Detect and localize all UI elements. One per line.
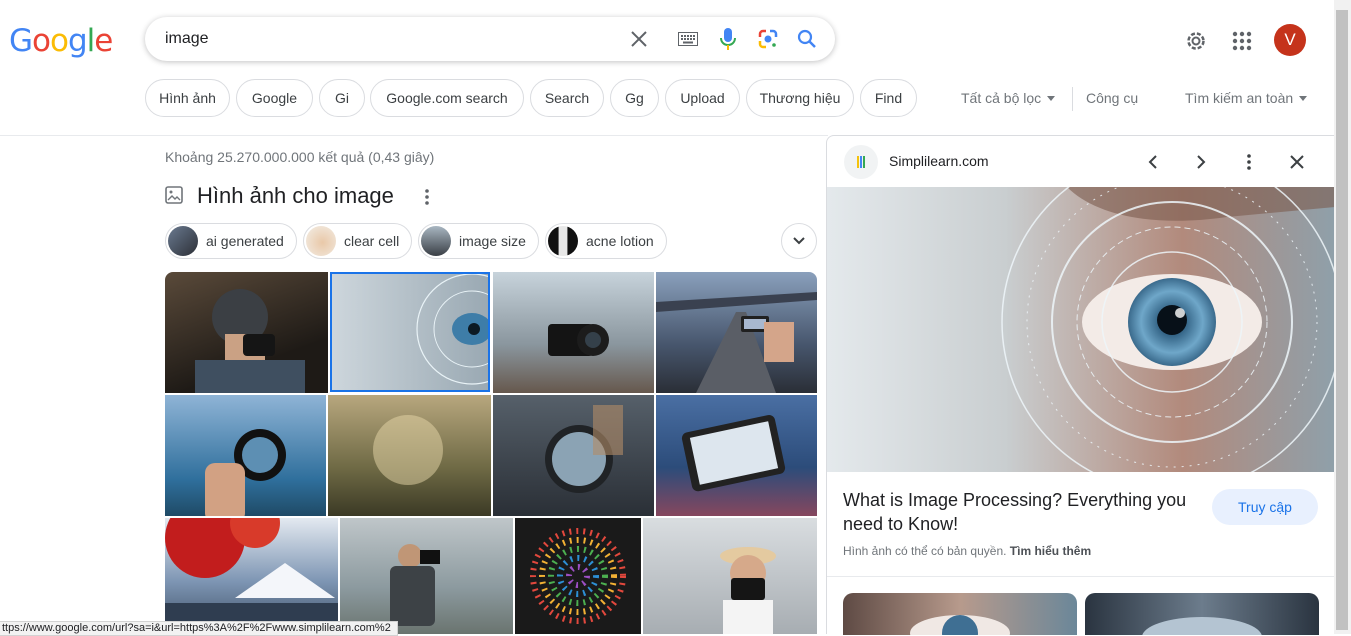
chevron-down-icon [1299, 95, 1308, 101]
chip-hinh-anh[interactable]: Hình ảnh [145, 79, 230, 117]
image-result-woman-camera-hat[interactable] [643, 518, 817, 634]
more-options-icon[interactable] [420, 187, 434, 207]
panel-divider [827, 576, 1335, 577]
settings-gear-icon[interactable] [1183, 28, 1209, 54]
safe-search-dropdown[interactable]: Tìm kiếm an toàn [1185, 90, 1308, 106]
related-chip-image-size[interactable]: image size [418, 223, 539, 259]
search-icon[interactable] [795, 27, 819, 51]
clear-icon[interactable] [627, 27, 651, 51]
chip-thumbnail [168, 226, 198, 256]
image-result-colorful-dots-spiral[interactable] [515, 518, 641, 634]
image-result-tablet-photos[interactable] [656, 395, 817, 516]
mic-icon[interactable] [716, 27, 740, 51]
google-logo[interactable]: Google [9, 23, 113, 59]
copyright-text: Hình ảnh có thể có bản quyền. [843, 544, 1007, 558]
image-result-city-lens[interactable] [493, 395, 654, 516]
tools-label: Công cụ [1086, 90, 1139, 106]
image-section-icon [165, 186, 183, 204]
preview-headline[interactable]: What is Image Processing? Everything you… [843, 488, 1203, 536]
related-image-1[interactable] [843, 593, 1077, 635]
related-chip-label: clear cell [344, 233, 400, 249]
related-chip-label: acne lotion [586, 233, 654, 249]
preview-image-eye[interactable] [827, 187, 1335, 472]
apps-grid-icon[interactable] [1230, 29, 1254, 53]
related-image-2[interactable] [1085, 593, 1319, 635]
chevron-down-icon [793, 237, 805, 245]
image-result-eye-selected[interactable] [330, 272, 490, 392]
visit-button[interactable]: Truy cập [1212, 489, 1318, 525]
related-chip-ai-generated[interactable]: ai generated [165, 223, 297, 259]
chevron-right-icon[interactable] [1189, 150, 1213, 174]
image-section-title: Hình ảnh cho image [197, 183, 394, 208]
close-icon[interactable] [1285, 150, 1309, 174]
more-vert-icon[interactable] [1237, 150, 1261, 174]
chip-google[interactable]: Google [236, 79, 313, 117]
account-avatar[interactable]: V [1274, 24, 1306, 56]
copyright-notice: Hình ảnh có thể có bản quyền. Tìm hiểu t… [843, 544, 1091, 558]
image-preview-panel: Simplilearn.com What is Image Processing… [826, 135, 1335, 635]
chip-thumbnail [421, 226, 451, 256]
image-result-photographer-beanie[interactable] [165, 272, 328, 393]
result-stats: Khoảng 25.270.000.000 kết quả (0,43 giây… [165, 149, 435, 165]
related-chip-label: ai generated [206, 233, 284, 249]
chevron-left-icon[interactable] [1141, 150, 1165, 174]
learn-more-link[interactable]: Tìm hiểu thêm [1010, 544, 1091, 558]
all-filters-dropdown[interactable]: Tất cả bộ lọc [961, 90, 1056, 106]
search-input[interactable]: image [165, 30, 209, 48]
keyboard-icon[interactable] [676, 27, 700, 51]
image-result-photographer-mountains[interactable] [340, 518, 513, 634]
chip-thumbnail [548, 226, 578, 256]
scrollbar-thumb[interactable] [1336, 10, 1348, 630]
image-result-mount-fuji[interactable] [165, 518, 338, 634]
chip-gi[interactable]: Gi [319, 79, 365, 117]
chip-search[interactable]: Search [530, 79, 604, 117]
site-favicon [844, 145, 878, 179]
chip-thumbnail [306, 226, 336, 256]
chip-find[interactable]: Find [860, 79, 917, 117]
source-site-name[interactable]: Simplilearn.com [889, 153, 989, 169]
chip-thuong-hieu[interactable]: Thương hiệu [746, 79, 854, 117]
related-chip-label: image size [459, 233, 526, 249]
chip-gg[interactable]: Gg [610, 79, 659, 117]
lens-icon[interactable] [756, 27, 780, 51]
chip-upload[interactable]: Upload [665, 79, 740, 117]
image-result-grass-field[interactable] [328, 395, 491, 516]
search-box[interactable]: image [145, 17, 835, 61]
related-chip-clear-cell[interactable]: clear cell [303, 223, 413, 259]
image-result-phone-bridge[interactable] [656, 272, 817, 393]
tools-button[interactable]: Công cụ [1086, 90, 1138, 106]
divider [1072, 87, 1073, 111]
chip-google-com-search[interactable]: Google.com search [370, 79, 524, 117]
expand-chips-button[interactable] [781, 223, 817, 259]
chevron-down-icon [1047, 95, 1056, 101]
image-result-lens-lake[interactable] [165, 395, 326, 516]
related-chip-acne-lotion[interactable]: acne lotion [545, 223, 667, 259]
safe-search-label: Tìm kiếm an toàn [1185, 90, 1294, 106]
header-divider [0, 135, 828, 136]
image-result-camera-on-deck[interactable] [493, 272, 654, 393]
page-scrollbar[interactable] [1334, 0, 1351, 634]
all-filters-label: Tất cả bộ lọc [961, 90, 1042, 106]
